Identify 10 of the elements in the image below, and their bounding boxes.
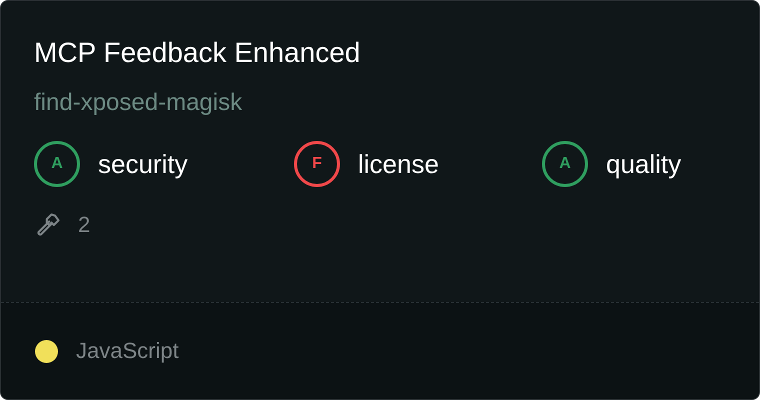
card-title: MCP Feedback Enhanced — [34, 36, 360, 70]
grade-label: quality — [606, 148, 682, 180]
grade-badge: A — [34, 141, 80, 187]
language-label: JavaScript — [76, 338, 179, 364]
grade-badge: F — [294, 141, 340, 187]
grade-badge: A — [542, 141, 588, 187]
grade-label: security — [98, 148, 188, 180]
tools-count: 2 — [78, 212, 90, 238]
repo-name: find-xposed-magisk — [34, 88, 242, 118]
grade-label: license — [358, 148, 439, 180]
